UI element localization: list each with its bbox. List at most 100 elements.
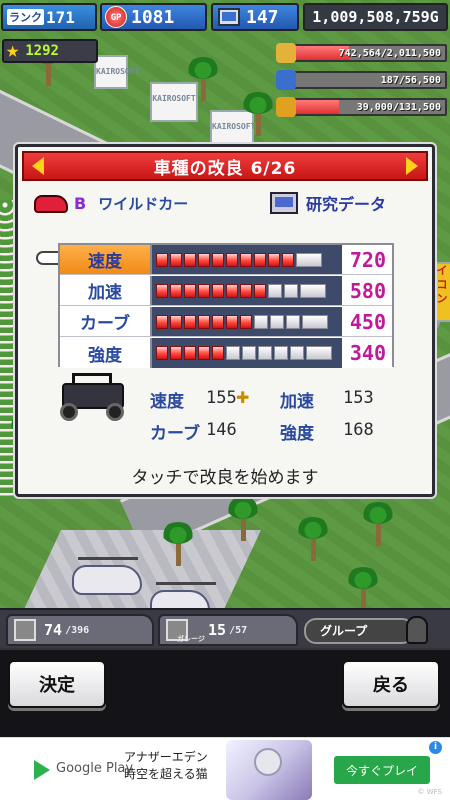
current-accel-value: 153 <box>343 388 374 408</box>
person-icon[interactable] <box>406 616 428 644</box>
ad-store-name: Google Play <box>56 761 134 776</box>
stat-segment-filled <box>282 252 294 267</box>
stat-segment-filled <box>198 283 210 298</box>
stat-segment-filled <box>170 314 182 329</box>
resource-bar-food: 39,000/131,500 <box>291 98 447 116</box>
stat-segment-filled <box>226 283 238 298</box>
computer-icon <box>270 192 298 214</box>
stat-segment-empty <box>268 283 282 298</box>
stat-table[interactable]: 速度 720 加速 580 カーブ 450 強度 340 <box>58 243 394 368</box>
stat-segment-empty <box>296 252 322 267</box>
star-icon: ★ <box>6 38 20 63</box>
palm-tree <box>295 515 331 561</box>
resource-text: 187/56,500 <box>380 75 441 86</box>
ad-play-now-button[interactable]: 今すぐプレイ <box>334 756 430 784</box>
bottom-info-bar: 74 /396 ガレージ 15 /57 グループ <box>0 608 450 648</box>
stat-segment-filled <box>240 252 252 267</box>
rank-label: ランク <box>7 9 44 25</box>
research-data: 研究データ <box>270 191 386 215</box>
car-improvement-dialog[interactable]: 車種の改良 6/26 B ワイルドカー 研究データ 速度 720 加速 580 … <box>15 144 435 497</box>
stat-row-strength[interactable]: 強度 340 <box>60 338 392 368</box>
helicopter <box>72 557 142 595</box>
ad-copyright: © WFS <box>417 788 443 796</box>
stat-row-acceleration[interactable]: 加速 580 <box>60 276 392 306</box>
billboard: KAIROSOFT <box>94 55 139 89</box>
palm-tree <box>160 520 196 566</box>
rank-value: 171 <box>46 7 75 27</box>
stat-segment-filled <box>156 283 168 298</box>
stat-name: 加速 <box>60 276 152 305</box>
stat-row-speed[interactable]: 速度 720 <box>60 245 392 275</box>
stat-segment-empty <box>226 346 240 360</box>
stat-value: 720 <box>342 245 392 274</box>
research-points-value: 147 <box>246 6 279 28</box>
stat-segment-filled <box>226 252 238 267</box>
current-strength-value: 168 <box>343 420 374 440</box>
stat-segment-empty <box>302 314 328 329</box>
dialog-title-bar: 車種の改良 6/26 <box>22 151 428 181</box>
stars-value: 1292 <box>25 43 59 59</box>
stat-segment-filled <box>254 252 266 267</box>
oil-bottle-icon <box>276 70 296 90</box>
stat-segment-filled <box>226 314 238 329</box>
back-button[interactable]: 戻る <box>342 660 440 708</box>
stat-segment-filled <box>198 346 210 360</box>
group-tag[interactable]: グループ <box>304 618 414 644</box>
touch-hint: タッチで改良を始めます <box>131 468 319 488</box>
stars-counter: ★ 1292 <box>2 39 98 63</box>
pointing-hand-icon <box>36 251 60 265</box>
stat-bar <box>152 245 342 274</box>
stat-segment-filled <box>184 346 196 360</box>
fuel-barrel-icon <box>276 43 296 63</box>
stat-segment-empty <box>254 314 268 329</box>
stat-segment-filled <box>170 252 182 267</box>
stat-segment-empty <box>270 314 284 329</box>
prev-arrow-icon[interactable] <box>32 157 44 175</box>
current-speed-label: 速度 <box>150 392 184 412</box>
stat-segment-empty <box>286 314 300 329</box>
stat-segment-filled <box>170 346 182 360</box>
stat-bar <box>152 338 342 368</box>
stat-row-curve[interactable]: カーブ 450 <box>60 307 392 337</box>
current-curve-value: 146 <box>206 420 237 440</box>
parts-max: /396 <box>65 624 90 636</box>
stat-value: 580 <box>342 276 392 305</box>
garage-max: /57 <box>229 624 248 636</box>
stat-name: 強度 <box>60 338 152 368</box>
stat-segment-filled <box>212 252 224 267</box>
current-speed-value: 155 <box>206 388 237 408</box>
stat-segment-filled <box>156 252 168 267</box>
money-display: 1,009,508,759G <box>303 3 448 31</box>
stat-segment-filled <box>156 314 168 329</box>
current-strength-label: 強度 <box>280 424 314 444</box>
stat-name: カーブ <box>60 307 152 336</box>
stat-segment-filled <box>184 283 196 298</box>
research-label: 研究データ <box>306 195 387 214</box>
stat-bar <box>152 276 342 305</box>
gp-value: 1081 <box>131 6 175 28</box>
stat-segment-filled <box>212 346 224 360</box>
ad-banner[interactable]: Google Play アナザーエデン 時空を超える猫 今すぐプレイ i <box>0 737 450 800</box>
crate-icon <box>14 619 36 641</box>
car-icon <box>34 194 68 213</box>
stat-segment-filled <box>212 314 224 329</box>
ad-game-title: アナザーエデン 時空を超える猫 <box>124 749 208 783</box>
resource-bar-fuel: 742,564/2,011,500 <box>291 44 447 62</box>
stat-segment-filled <box>240 283 252 298</box>
next-arrow-icon[interactable] <box>406 157 418 175</box>
garage-count: 15 <box>208 621 227 639</box>
rank-badge: ランク 171 <box>1 3 97 31</box>
google-play-icon <box>34 760 50 780</box>
stat-segment-empty <box>258 346 272 360</box>
bottom-menu: 決定 戻る <box>0 648 450 737</box>
current-accel-label: 加速 <box>280 392 314 412</box>
ad-title-line2: 時空を超える猫 <box>124 767 208 781</box>
research-points-counter: 147 <box>211 3 299 31</box>
ad-info-icon[interactable]: i <box>429 741 442 754</box>
palm-tree <box>345 565 381 611</box>
money-value: 1,009,508,759G <box>312 8 439 26</box>
car-name: ワイルドカー <box>98 195 189 213</box>
computer-icon <box>218 8 240 26</box>
decide-button[interactable]: 決定 <box>8 660 106 708</box>
parts-count: 74 <box>44 621 63 639</box>
